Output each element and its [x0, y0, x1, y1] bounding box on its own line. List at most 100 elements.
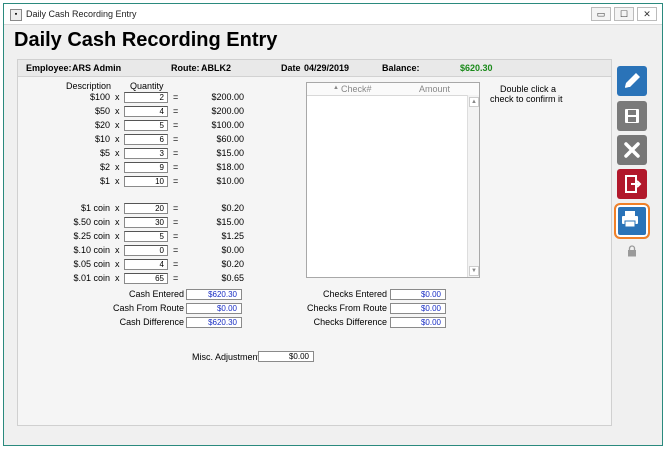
save-button[interactable]	[617, 101, 647, 131]
cash-total-label: Cash Difference	[119, 317, 184, 327]
times-sign: x	[115, 245, 120, 255]
quantity-input[interactable]: 0	[124, 245, 168, 256]
lock-icon	[628, 245, 636, 257]
route-label: Route:	[171, 63, 200, 73]
cash-total-field[interactable]: $620.30	[186, 317, 242, 328]
quantity-input[interactable]: 4	[124, 259, 168, 270]
line-total: $1.25	[221, 231, 244, 241]
page-title: Daily Cash Recording Entry	[14, 29, 278, 51]
app-menu-icon[interactable]: ▪	[10, 9, 22, 21]
times-sign: x	[115, 92, 120, 102]
quantity-input[interactable]: 20	[124, 203, 168, 214]
equals-sign: =	[173, 148, 179, 158]
times-sign: x	[115, 120, 120, 130]
times-sign: x	[115, 106, 120, 116]
check-total-field[interactable]: $0.00	[390, 289, 446, 300]
quantity-input[interactable]: 30	[124, 217, 168, 228]
route-value: ABLK2	[201, 63, 232, 73]
line-total: $15.00	[216, 148, 244, 158]
denomination-label: $100	[89, 92, 110, 102]
equals-sign: =	[173, 176, 179, 186]
col-amount[interactable]: Amount	[419, 84, 450, 94]
check-total-label: Checks From Route	[306, 303, 387, 313]
exit-button[interactable]	[617, 169, 647, 199]
quantity-input[interactable]: 3	[124, 148, 168, 159]
cash-total-field[interactable]: $0.00	[186, 303, 242, 314]
col-check-number[interactable]: Check#	[341, 84, 372, 94]
line-total: $0.20	[221, 203, 244, 213]
pencil-icon	[625, 73, 640, 88]
cash-total-label: Cash Entered	[128, 289, 184, 299]
quantity-input[interactable]: 10	[124, 176, 168, 187]
exit-door-icon	[625, 175, 642, 193]
title-bar: ▪ Daily Cash Recording Entry ▭ ☐ ✕	[4, 4, 662, 25]
times-sign: x	[115, 259, 120, 269]
denomination-label: $5	[99, 148, 110, 158]
check-total-field[interactable]: $0.00	[390, 317, 446, 328]
equals-sign: =	[173, 134, 179, 144]
scroll-up-icon[interactable]: ▲	[469, 97, 479, 107]
times-sign: x	[115, 148, 120, 158]
line-total: $18.00	[216, 162, 244, 172]
description-header: Description	[66, 81, 112, 91]
employee-value: ARS Admin	[72, 63, 122, 73]
quantity-input[interactable]: 5	[124, 120, 168, 131]
denomination-label: $20	[94, 120, 110, 130]
times-sign: x	[115, 203, 120, 213]
equals-sign: =	[173, 231, 179, 241]
equals-sign: =	[173, 245, 179, 255]
equals-sign: =	[173, 120, 179, 130]
times-sign: x	[115, 176, 120, 186]
quantity-input[interactable]: 65	[124, 273, 168, 284]
cash-total-label: Cash From Route	[112, 303, 184, 313]
floppy-disk-icon	[625, 109, 639, 123]
info-bar: Employee: ARS Admin Route: ABLK2 Date 04…	[18, 60, 611, 77]
times-sign: x	[115, 134, 120, 144]
denomination-label: $.50 coin	[73, 217, 110, 227]
line-total: $200.00	[211, 92, 244, 102]
line-total: $60.00	[216, 134, 244, 144]
quantity-input[interactable]: 4	[124, 106, 168, 117]
line-total: $100.00	[211, 120, 244, 130]
date-value: 04/29/2019	[304, 63, 350, 73]
check-total-label: Checks Difference	[313, 317, 387, 327]
cash-total-field[interactable]: $620.30	[186, 289, 242, 300]
print-button[interactable]	[614, 203, 650, 239]
maximize-button[interactable]: ☐	[614, 7, 634, 21]
edit-button[interactable]	[617, 66, 647, 96]
denomination-label: $.05 coin	[73, 259, 110, 269]
sort-ascending-icon: ▲	[333, 85, 339, 91]
quantity-input[interactable]: 9	[124, 162, 168, 173]
checks-grid-scrollbar[interactable]: ▲ ▼	[467, 95, 479, 277]
balance-label: Balance:	[382, 63, 420, 73]
scroll-down-icon[interactable]: ▼	[469, 266, 479, 276]
misc-adjustment-field[interactable]: $0.00	[258, 351, 314, 362]
balance-value: $620.30	[460, 63, 493, 73]
cancel-button[interactable]	[617, 135, 647, 165]
denomination-label: $.10 coin	[73, 245, 110, 255]
equals-sign: =	[173, 162, 179, 172]
denomination-label: $1 coin	[80, 203, 110, 213]
minimize-button[interactable]: ▭	[591, 7, 611, 21]
line-total: $0.20	[221, 259, 244, 269]
denomination-label: $2	[99, 162, 110, 172]
main-window: ▪ Daily Cash Recording Entry ▭ ☐ ✕ Daily…	[3, 3, 663, 446]
cash-entry-form: Employee: ARS Admin Route: ABLK2 Date 04…	[17, 59, 612, 426]
checks-grid-header: ▲ Check# Amount	[307, 83, 479, 96]
equals-sign: =	[173, 203, 179, 213]
quantity-input[interactable]: 2	[124, 92, 168, 103]
close-window-button[interactable]: ✕	[637, 7, 657, 21]
checks-grid[interactable]: ▲ Check# Amount ▲ ▼	[306, 82, 480, 278]
denomination-label: $50	[94, 106, 110, 116]
quantity-input[interactable]: 5	[124, 231, 168, 242]
line-total: $0.65	[221, 273, 244, 283]
equals-sign: =	[173, 273, 179, 283]
equals-sign: =	[173, 92, 179, 102]
equals-sign: =	[173, 259, 179, 269]
date-label: Date	[281, 63, 301, 73]
line-total: $10.00	[216, 176, 244, 186]
quantity-input[interactable]: 6	[124, 134, 168, 145]
check-total-field[interactable]: $0.00	[390, 303, 446, 314]
check-total-label: Checks Entered	[322, 289, 387, 299]
line-total: $0.00	[221, 245, 244, 255]
